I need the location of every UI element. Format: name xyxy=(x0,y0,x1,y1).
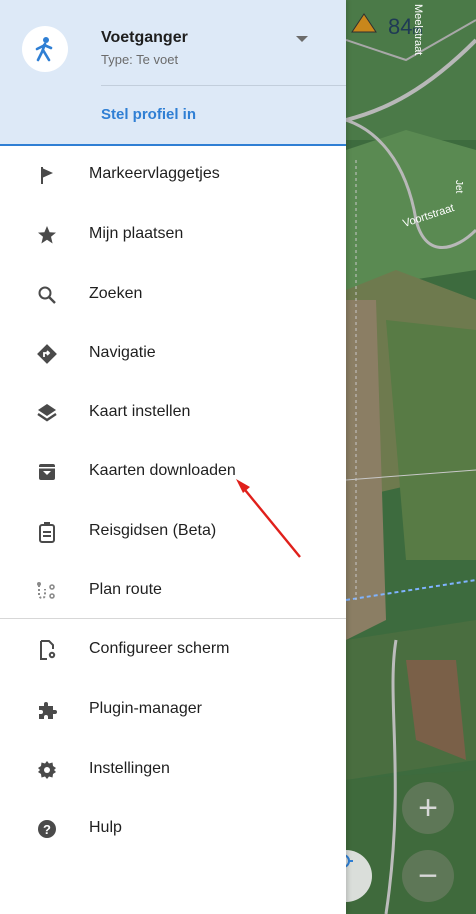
menu-item-travel-guides[interactable]: Reisgidsen (Beta) xyxy=(0,503,346,561)
menu-item-plan-route[interactable]: Plan route xyxy=(0,562,346,620)
menu-item-label: Navigatie xyxy=(89,344,156,361)
navigation-icon xyxy=(35,342,59,366)
menu-item-label: Mijn plaatsen xyxy=(89,225,184,242)
flag-icon xyxy=(35,163,59,187)
pedestrian-icon xyxy=(35,37,53,62)
map-scale-value: 84 xyxy=(388,14,413,39)
configure-screen-icon xyxy=(35,638,59,662)
menu-item-label: Markeervlaggetjes xyxy=(89,165,220,182)
menu-item-label: Hulp xyxy=(89,819,122,836)
menu-item-label: Plugin-manager xyxy=(89,700,202,717)
menu-item-download-maps[interactable]: Kaarten downloaden xyxy=(0,443,346,501)
menu-item-label: Kaart instellen xyxy=(89,403,191,420)
help-icon: ? xyxy=(35,817,59,841)
menu-item-label: Reisgidsen (Beta) xyxy=(89,522,217,539)
profile-divider xyxy=(101,85,346,86)
navigation-drawer: Voetganger Type: Te voet Stel profiel in… xyxy=(0,0,346,914)
plugin-icon xyxy=(35,698,59,722)
svg-text:?: ? xyxy=(43,822,51,837)
menu-item-label: Kaarten downloaden xyxy=(89,462,236,479)
map-terrain xyxy=(346,0,476,914)
star-icon xyxy=(35,223,59,247)
menu-item-label: Configureer scherm xyxy=(89,640,230,657)
menu-item-help[interactable]: ? Hulp xyxy=(0,800,346,858)
menu-item-markers[interactable]: Markeervlaggetjes xyxy=(0,146,346,204)
profile-name: Voetganger xyxy=(101,29,188,46)
menu-item-label: Plan route xyxy=(89,581,162,598)
menu-item-plugin-manager[interactable]: Plugin-manager xyxy=(0,681,346,739)
menu-item-configure-screen[interactable]: Configureer scherm xyxy=(0,621,346,679)
my-location-icon xyxy=(346,854,353,868)
zoom-out-button[interactable]: − xyxy=(402,850,454,902)
profile-avatar[interactable] xyxy=(22,26,68,72)
menu-item-configure-map[interactable]: Kaart instellen xyxy=(0,384,346,442)
menu-item-my-places[interactable]: Mijn plaatsen xyxy=(0,206,346,264)
search-icon xyxy=(35,283,59,307)
menu-item-settings[interactable]: Instellingen xyxy=(0,741,346,799)
menu-divider xyxy=(0,618,346,619)
chevron-down-icon[interactable] xyxy=(296,36,308,42)
map-view[interactable]: 84m Meelstraat Voortstraat Jet + − xyxy=(346,0,476,914)
profile-header[interactable]: Voetganger Type: Te voet Stel profiel in xyxy=(0,0,346,146)
map-street-label: Meelstraat xyxy=(412,4,424,56)
profile-type: Type: Te voet xyxy=(101,52,179,67)
menu-item-navigation[interactable]: Navigatie xyxy=(0,325,346,383)
menu-item-label: Zoeken xyxy=(89,285,143,302)
menu-item-search[interactable]: Zoeken xyxy=(0,266,346,324)
travel-guide-icon xyxy=(35,520,59,544)
map-street-label: Jet xyxy=(453,180,464,194)
settings-icon xyxy=(35,758,59,782)
plan-route-icon xyxy=(35,579,59,603)
zoom-in-button[interactable]: + xyxy=(402,782,454,834)
layers-icon xyxy=(35,401,59,425)
setup-profile-button[interactable]: Stel profiel in xyxy=(101,106,196,123)
download-maps-icon xyxy=(35,460,59,484)
menu-item-label: Instellingen xyxy=(89,760,170,777)
